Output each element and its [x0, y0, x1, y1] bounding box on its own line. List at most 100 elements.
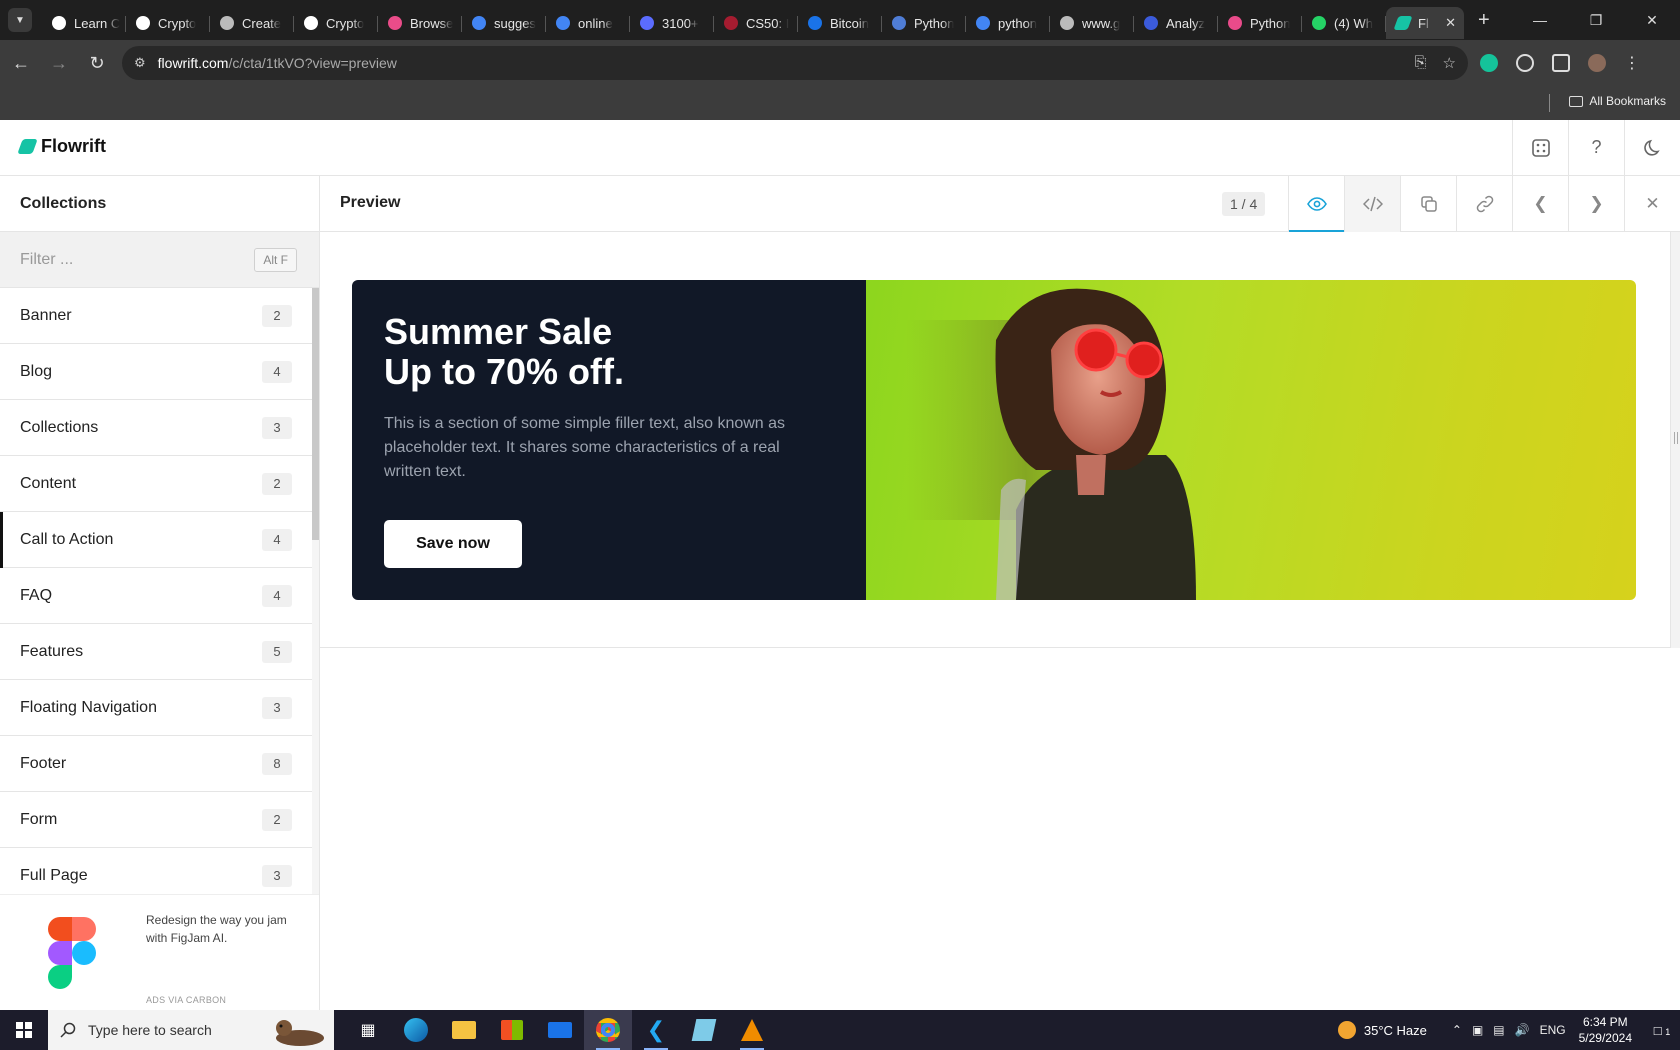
back-button[interactable]: ←	[4, 46, 38, 80]
browser-tab[interactable]: www.g	[1050, 7, 1134, 39]
tab-favicon-icon	[472, 16, 486, 30]
task-view-button[interactable]: ▦	[344, 1010, 392, 1050]
close-window-button[interactable]: ✕	[1624, 0, 1680, 40]
vlc-app[interactable]	[728, 1010, 776, 1050]
grammarly-extension-icon[interactable]	[1480, 54, 1498, 72]
save-now-button[interactable]: Save now	[384, 520, 522, 568]
camera-icon[interactable]: ▣	[1472, 1023, 1483, 1037]
browser-menu-icon[interactable]: ⋮	[1624, 53, 1640, 73]
browser-tab[interactable]: Learn C	[42, 7, 126, 39]
tab-favicon-icon	[220, 16, 234, 30]
clock[interactable]: 6:34 PM 5/29/2024	[1579, 1014, 1632, 1046]
restore-button[interactable]: ❐	[1568, 0, 1624, 40]
close-tab-icon[interactable]: ✕	[1445, 15, 1456, 31]
start-button[interactable]	[0, 1010, 48, 1050]
dark-mode-toggle[interactable]	[1624, 120, 1680, 175]
brand-logo[interactable]: Flowrift	[17, 136, 106, 157]
tab-favicon-icon	[1312, 16, 1326, 30]
react-devtools-extension-icon[interactable]	[1516, 54, 1534, 72]
copy-link-button[interactable]	[1456, 176, 1512, 232]
sidebar-item[interactable]: Form 2	[0, 792, 312, 848]
sidebar-item[interactable]: Footer 8	[0, 736, 312, 792]
sidebar-item-count: 8	[262, 752, 292, 775]
sidebar-scrollbar[interactable]	[312, 288, 319, 894]
browser-tab[interactable]: Bitcoin	[798, 7, 882, 39]
browser-tab[interactable]: Python	[1218, 7, 1302, 39]
tab-search-button[interactable]: ▼	[8, 8, 32, 32]
sidebar-item[interactable]: Full Page 3	[0, 848, 312, 894]
random-dice-button[interactable]	[1512, 120, 1568, 175]
sidebar-item-count: 2	[262, 472, 292, 495]
copy-icon	[1420, 196, 1437, 212]
minimize-button[interactable]: —	[1512, 0, 1568, 40]
banner-content: Summer Sale Up to 70% off. This is a sec…	[352, 280, 866, 600]
browser-tab-active[interactable]: Fl ✕	[1386, 7, 1464, 39]
reload-button[interactable]: ↻	[80, 46, 114, 80]
next-button[interactable]: ❯	[1568, 176, 1624, 232]
browser-tab[interactable]: CS50: I	[714, 7, 798, 39]
microsoft-store-app[interactable]	[488, 1010, 536, 1050]
notepad-icon	[691, 1019, 717, 1041]
browser-tab[interactable]: 3100+	[630, 7, 714, 39]
notepad-app[interactable]	[680, 1010, 728, 1050]
notification-center-button[interactable]: □ 1	[1644, 1023, 1680, 1038]
browser-tab[interactable]: sugges	[462, 7, 546, 39]
sidebar-item[interactable]: Banner 2	[0, 288, 312, 344]
language-indicator[interactable]: ENG	[1540, 1023, 1566, 1037]
sidebar-item[interactable]: Call to Action 4	[0, 512, 312, 568]
site-info-icon[interactable]: ⚙	[134, 55, 146, 71]
previous-button[interactable]: ❮	[1512, 176, 1568, 232]
browser-tab[interactable]: online	[546, 7, 630, 39]
profile-avatar[interactable]	[1588, 54, 1606, 72]
show-hidden-icons-chevron[interactable]: ⌃	[1452, 1023, 1462, 1037]
ad-text[interactable]: Redesign the way you jam with FigJam AI.	[146, 911, 306, 947]
volume-icon[interactable]: 🔊	[1515, 1023, 1530, 1037]
filter-input[interactable]	[20, 250, 240, 269]
forward-button[interactable]: →	[42, 46, 76, 80]
new-tab-button[interactable]: +	[1478, 9, 1490, 32]
browser-tab[interactable]: (4) Wh	[1302, 7, 1386, 39]
folder-icon	[452, 1021, 476, 1039]
tab-favicon-icon	[1144, 16, 1158, 30]
browser-tab[interactable]: Crypto	[126, 7, 210, 39]
sidebar-item[interactable]: Content 2	[0, 456, 312, 512]
flowrift-logo-icon	[17, 139, 38, 154]
browser-tab[interactable]: Analyz	[1134, 7, 1218, 39]
preview-resize-handle[interactable]	[1670, 232, 1680, 648]
browser-tab[interactable]: Browse	[378, 7, 462, 39]
browser-tab[interactable]: python	[966, 7, 1050, 39]
ad-via-label[interactable]: ADS VIA CARBON	[146, 995, 226, 1005]
copy-button[interactable]	[1400, 176, 1456, 232]
mail-app[interactable]	[536, 1010, 584, 1050]
all-bookmarks-button[interactable]: All Bookmarks	[1569, 94, 1666, 108]
browser-tab[interactable]: Python	[882, 7, 966, 39]
address-bar[interactable]: ⚙ flowrift.com/c/cta/1tkVO?view=preview …	[122, 46, 1468, 80]
extensions-puzzle-icon[interactable]	[1552, 54, 1570, 72]
sidebar-item[interactable]: FAQ 4	[0, 568, 312, 624]
browser-tab[interactable]: Create	[210, 7, 294, 39]
bookmark-star-icon[interactable]: ☆	[1443, 54, 1456, 72]
tab-label: CS50: I	[746, 15, 790, 31]
sidebar-item[interactable]: Floating Navigation 3	[0, 680, 312, 736]
preview-view-button[interactable]	[1288, 176, 1345, 232]
taskbar-search[interactable]: Type here to search	[48, 1010, 334, 1050]
sidebar-item[interactable]: Collections 3	[0, 400, 312, 456]
task-view-icon: ▦	[360, 1022, 376, 1039]
app-header: Flowrift ?	[0, 120, 1680, 176]
help-button[interactable]: ?	[1568, 120, 1624, 175]
close-preview-button[interactable]: ✕	[1624, 176, 1680, 232]
sidebar-scroll-thumb[interactable]	[312, 288, 319, 540]
sidebar-item[interactable]: Features 5	[0, 624, 312, 680]
edge-app[interactable]	[392, 1010, 440, 1050]
chrome-app[interactable]	[584, 1010, 632, 1050]
carbon-ad[interactable]: Redesign the way you jam with FigJam AI.…	[0, 894, 319, 1010]
sidebar-item[interactable]: Blog 4	[0, 344, 312, 400]
weather-widget[interactable]: 35°C Haze	[1337, 1021, 1427, 1039]
install-app-icon[interactable]: ⎘	[1415, 54, 1427, 72]
vscode-app[interactable]: ❮	[632, 1010, 680, 1050]
browser-tab[interactable]: Crypto	[294, 7, 378, 39]
file-explorer-app[interactable]	[440, 1010, 488, 1050]
tab-favicon-icon	[1228, 16, 1242, 30]
code-view-button[interactable]	[1344, 176, 1400, 232]
network-icon[interactable]: ▤	[1493, 1023, 1504, 1037]
